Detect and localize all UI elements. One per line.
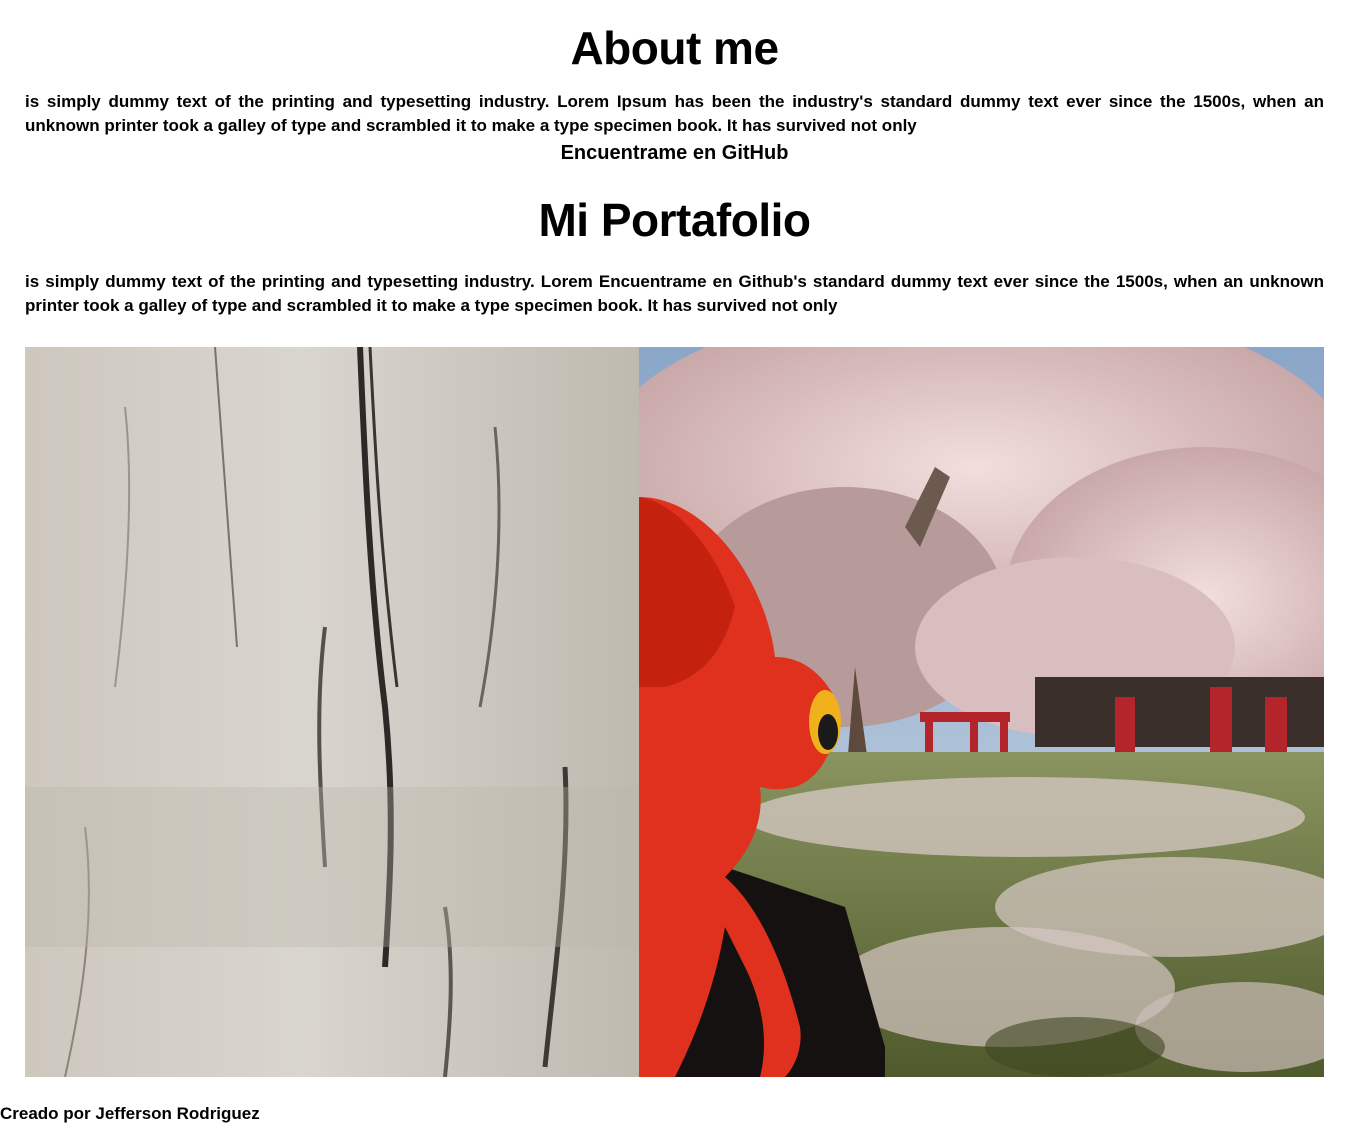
portfolio-image-art <box>25 347 1324 1077</box>
footer-credit: Creado por Jefferson Rodriguez <box>0 1104 260 1123</box>
portfolio-title: Mi Portafolio <box>538 194 811 246</box>
github-link[interactable]: Encuentrame en GitHub <box>25 140 1324 166</box>
main-content: About me is simply dummy text of the pri… <box>25 0 1324 318</box>
about-title: About me <box>570 22 779 74</box>
portfolio-image <box>25 347 1324 1077</box>
about-paragraph: is simply dummy text of the printing and… <box>25 92 1324 135</box>
portfolio-paragraph: is simply dummy text of the printing and… <box>25 272 1324 315</box>
